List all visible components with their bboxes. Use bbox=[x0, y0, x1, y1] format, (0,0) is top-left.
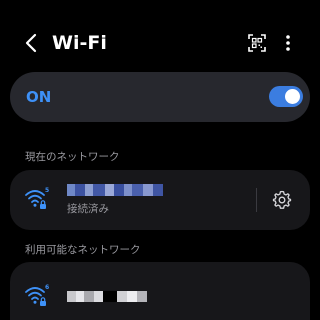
network-status: 接続済み bbox=[67, 203, 109, 215]
wifi-standard-badge: 6 bbox=[45, 284, 49, 291]
network-list-item[interactable]: 6 bbox=[10, 262, 310, 320]
qr-scan-icon bbox=[248, 34, 266, 52]
gear-icon bbox=[272, 190, 292, 209]
chevron-left-icon bbox=[25, 33, 37, 53]
wifi-signal-lock-icon: 6 bbox=[25, 284, 49, 306]
network-name-redacted[interactable] bbox=[67, 184, 163, 196]
network-settings-button[interactable] bbox=[270, 188, 294, 212]
more-vertical-icon bbox=[286, 35, 290, 51]
back-button[interactable] bbox=[18, 30, 44, 56]
app-bar: Wi-Fi bbox=[0, 22, 320, 64]
divider bbox=[256, 188, 257, 212]
available-networks-card: 6 bbox=[10, 262, 310, 320]
page-title: Wi-Fi bbox=[52, 32, 107, 54]
toggle-knob bbox=[285, 89, 300, 104]
available-networks-heading: 利用可能なネットワーク bbox=[25, 244, 141, 256]
more-options-button[interactable] bbox=[277, 30, 299, 56]
network-name-redacted bbox=[67, 291, 147, 302]
qr-scan-button[interactable] bbox=[244, 30, 270, 56]
wifi-settings-screen: Wi-Fi ON 現在のネットワーク 5 接続済み 利用可能なネットワーク 6 bbox=[0, 0, 320, 320]
current-network-heading: 現在のネットワーク bbox=[25, 151, 120, 163]
wifi-on-label: ON bbox=[26, 88, 52, 106]
wifi-master-switch-row[interactable]: ON bbox=[10, 72, 310, 122]
wifi-toggle-switch[interactable] bbox=[269, 86, 303, 107]
current-network-card: 5 接続済み bbox=[10, 170, 310, 230]
wifi-signal-lock-icon: 5 bbox=[25, 187, 49, 209]
wifi-standard-badge: 5 bbox=[45, 187, 49, 194]
